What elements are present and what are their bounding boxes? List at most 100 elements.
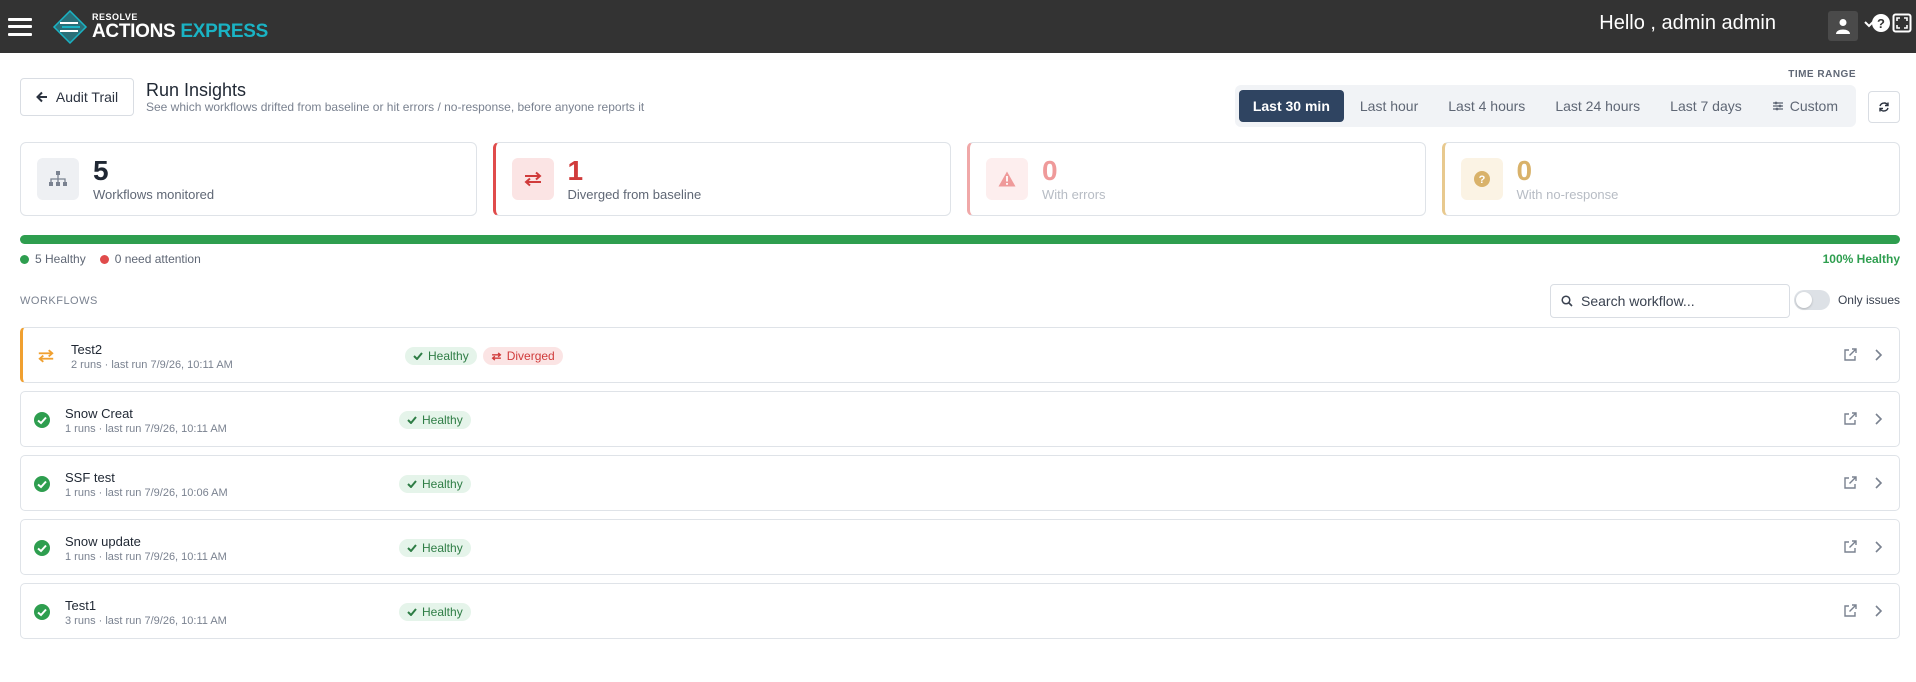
arrows-exchange-icon bbox=[38, 349, 54, 363]
workflow-name[interactable]: Test2 bbox=[71, 342, 102, 357]
chevron-right-icon[interactable] bbox=[1869, 475, 1887, 493]
workflow-search[interactable] bbox=[1550, 284, 1790, 318]
time-range-last-30-min[interactable]: Last 30 min bbox=[1238, 90, 1344, 122]
workflow-meta: 1 runs · last run 7/9/26, 10:11 AM bbox=[65, 551, 227, 563]
workflow-name[interactable]: SSF test bbox=[65, 470, 115, 485]
health-progress-bar bbox=[20, 235, 1900, 244]
stat-value: 0 bbox=[1042, 154, 1058, 186]
workflow-name[interactable]: Snow Creat bbox=[65, 406, 133, 421]
workflow-badges: Healthy Diverged bbox=[405, 347, 563, 365]
workflow-row[interactable]: Snow update 1 runs · last run 7/9/26, 10… bbox=[20, 519, 1900, 575]
workflows-heading: WORKFLOWS bbox=[20, 295, 98, 307]
external-link-icon[interactable] bbox=[1841, 347, 1859, 365]
search-workflow-input[interactable] bbox=[1581, 293, 1771, 309]
stat-card-with-errors[interactable]: 0 With errors bbox=[967, 142, 1426, 216]
check-icon bbox=[413, 352, 423, 360]
workflow-meta: 2 runs · last run 7/9/26, 10:11 AM bbox=[71, 359, 233, 371]
user-greeting: Hello , admin admin bbox=[1599, 12, 1776, 34]
external-link-icon[interactable] bbox=[1841, 539, 1859, 557]
attention-legend-item: 0 need attention bbox=[99, 252, 201, 266]
stat-value: 1 bbox=[567, 154, 584, 186]
workflow-meta: 1 runs · last run 7/9/26, 10:06 AM bbox=[65, 487, 228, 499]
external-link-icon[interactable] bbox=[1841, 411, 1859, 429]
healthy-badge: Healthy bbox=[399, 411, 471, 429]
workflow-meta: 1 runs · last run 7/9/26, 10:11 AM bbox=[65, 423, 227, 435]
logo-mark-icon bbox=[52, 9, 88, 44]
warning-icon bbox=[986, 158, 1028, 200]
time-range-last-4-hours[interactable]: Last 4 hours bbox=[1434, 90, 1539, 122]
workflow-row[interactable]: Snow Creat 1 runs · last run 7/9/26, 10:… bbox=[20, 391, 1900, 447]
time-range-selector: Last 30 min Last hour Last 4 hours Last … bbox=[1234, 85, 1856, 127]
check-icon bbox=[407, 480, 417, 488]
stat-label: Diverged from baseline bbox=[567, 186, 702, 202]
chevron-right-icon[interactable] bbox=[1869, 539, 1887, 557]
workflow-row[interactable]: SSF test 1 runs · last run 7/9/26, 10:06… bbox=[20, 455, 1900, 511]
stat-label: Workflows monitored bbox=[93, 186, 215, 202]
audit-trail-label: Audit Trail bbox=[55, 89, 119, 105]
healthy-badge: Healthy bbox=[399, 603, 471, 621]
stat-value: 5 bbox=[93, 154, 109, 186]
refresh-icon bbox=[1879, 102, 1889, 112]
healthy-badge: Healthy bbox=[399, 475, 471, 493]
help-icon[interactable]: ? bbox=[1872, 14, 1890, 32]
stat-label: With no-response bbox=[1516, 186, 1619, 202]
workflow-row[interactable]: Test2 2 runs · last run 7/9/26, 10:11 AM… bbox=[20, 327, 1900, 383]
arrow-left-icon bbox=[35, 91, 47, 103]
external-link-icon[interactable] bbox=[1841, 603, 1859, 621]
logo-text: RESOLVE ACTIONS EXPRESS bbox=[92, 12, 269, 42]
sliders-icon bbox=[1772, 101, 1783, 111]
time-range-last-hour[interactable]: Last hour bbox=[1346, 90, 1432, 122]
time-range-last-7-days[interactable]: Last 7 days bbox=[1656, 90, 1756, 122]
svg-text:?: ? bbox=[1478, 174, 1485, 186]
external-link-icon[interactable] bbox=[1841, 475, 1859, 493]
app-logo[interactable]: RESOLVE ACTIONS EXPRESS bbox=[52, 9, 268, 45]
check-circle-icon bbox=[34, 604, 50, 620]
stat-value: 0 bbox=[1516, 154, 1533, 186]
arrows-exchange-icon bbox=[511, 158, 554, 200]
check-circle-icon bbox=[34, 476, 50, 492]
check-circle-icon bbox=[34, 412, 50, 428]
check-circle-icon bbox=[34, 540, 50, 556]
workflow-badges: Healthy bbox=[399, 539, 471, 557]
top-bar: RESOLVE ACTIONS EXPRESS Hello , admin ad… bbox=[0, 0, 1916, 53]
workflow-list: Test2 2 runs · last run 7/9/26, 10:11 AM… bbox=[20, 327, 1900, 639]
arrows-exchange-icon bbox=[491, 351, 502, 361]
fullscreen-icon[interactable] bbox=[1892, 13, 1912, 33]
check-icon bbox=[407, 544, 417, 552]
workflow-row[interactable]: Test1 3 runs · last run 7/9/26, 10:11 AM… bbox=[20, 583, 1900, 639]
workflow-badges: Healthy bbox=[399, 603, 471, 621]
only-issues-label: Only issues bbox=[1837, 293, 1900, 307]
workflow-badges: Healthy bbox=[399, 475, 471, 493]
hamburger-menu-icon[interactable] bbox=[8, 17, 32, 36]
healthy-badge: Healthy bbox=[399, 539, 471, 557]
chevron-right-icon[interactable] bbox=[1869, 603, 1887, 621]
check-icon bbox=[407, 416, 417, 424]
time-range-label: TIME RANGE bbox=[1788, 69, 1856, 80]
workflow-badges: Healthy bbox=[399, 411, 471, 429]
logo-brand-name: ACTIONS EXPRESS bbox=[92, 20, 269, 42]
chevron-right-icon[interactable] bbox=[1869, 347, 1887, 365]
workflow-meta: 3 runs · last run 7/9/26, 10:11 AM bbox=[65, 615, 227, 627]
workflow-name[interactable]: Snow update bbox=[65, 534, 141, 549]
only-issues-toggle[interactable] bbox=[1794, 290, 1830, 310]
audit-trail-back-button[interactable]: Audit Trail bbox=[20, 78, 134, 116]
health-legend: 5 Healthy 0 need attention bbox=[20, 252, 201, 266]
page-title: Run Insights bbox=[146, 80, 247, 100]
page-subtitle: See which workflows drifted from baselin… bbox=[146, 100, 645, 114]
time-range-last-24-hours[interactable]: Last 24 hours bbox=[1541, 90, 1654, 122]
stat-label: With errors bbox=[1042, 186, 1106, 202]
chevron-right-icon[interactable] bbox=[1869, 411, 1887, 429]
stats-row: 5 Workflows monitored 1 Diverged from ba… bbox=[20, 142, 1900, 216]
user-avatar-icon[interactable] bbox=[1828, 11, 1858, 41]
stat-card-diverged[interactable]: 1 Diverged from baseline bbox=[492, 142, 951, 216]
question-icon: ? bbox=[1460, 158, 1503, 200]
workflow-name[interactable]: Test1 bbox=[65, 598, 96, 613]
time-range-custom[interactable]: Custom bbox=[1758, 90, 1852, 122]
diverged-badge: Diverged bbox=[482, 347, 563, 365]
search-icon bbox=[1561, 295, 1573, 307]
healthy-badge: Healthy bbox=[405, 347, 477, 365]
health-percent: 100% Healthy bbox=[1822, 252, 1900, 266]
stat-card-workflows-monitored[interactable]: 5 Workflows monitored bbox=[20, 142, 477, 216]
stat-card-no-response[interactable]: ? 0 With no-response bbox=[1441, 142, 1900, 216]
refresh-button[interactable] bbox=[1868, 91, 1900, 123]
